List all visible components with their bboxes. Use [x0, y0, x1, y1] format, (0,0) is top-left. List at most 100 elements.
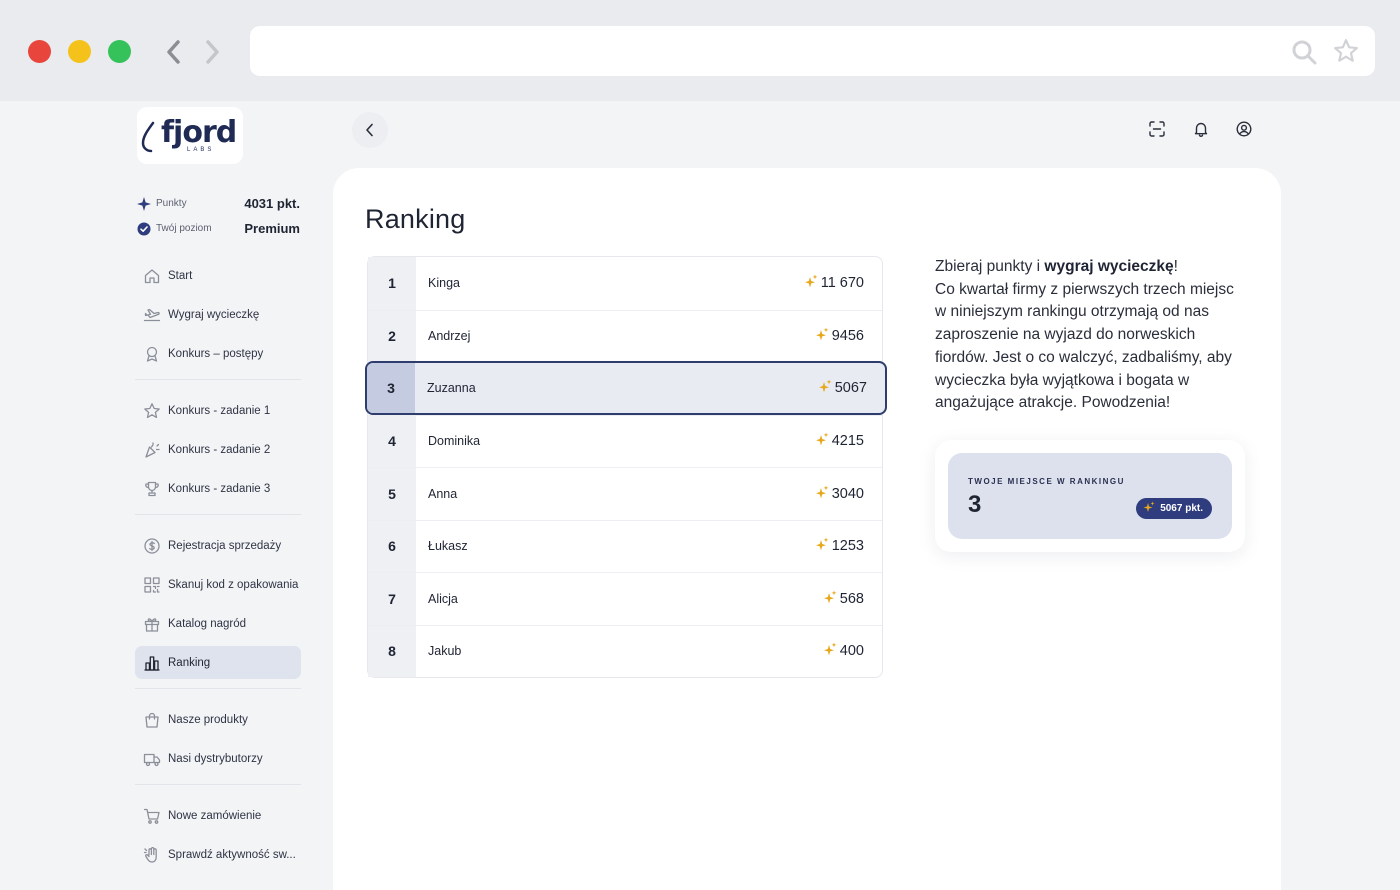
sidebar-item-label: Konkurs – postępy — [168, 347, 264, 360]
award-icon — [143, 345, 161, 363]
sidebar-divider — [135, 514, 301, 515]
ranking-row: 1 Kinga 11 670 — [368, 257, 882, 310]
sidebar-item[interactable]: Konkurs - zadanie 1 — [135, 394, 301, 427]
sparkle-icon — [815, 432, 829, 450]
star-icon — [143, 402, 161, 420]
sparkle-icon — [1143, 501, 1155, 516]
ranking-score-value: 4215 — [831, 433, 864, 450]
gift-icon — [143, 615, 161, 633]
maximize-window-button[interactable] — [108, 40, 131, 63]
sparkle-icon — [815, 485, 829, 503]
logo-text: fjord — [161, 115, 237, 150]
profile-button[interactable] — [1229, 114, 1259, 144]
my-place-label: TWOJE MIEJSCE W RANKINGU — [968, 477, 1125, 486]
ranking-row-current-user: 3 Zuzanna 5067 — [365, 361, 887, 415]
ranking-score: 1253 — [815, 537, 882, 555]
scan-icon — [1149, 121, 1165, 137]
sidebar-item[interactable]: Rejestracja sprzedaży — [135, 529, 301, 562]
page-title: Ranking — [365, 204, 466, 234]
ranking-name: Dominika — [428, 434, 481, 449]
ranking-score-value: 3040 — [831, 485, 864, 502]
points-value: 4031 pkt. — [244, 196, 300, 211]
sparkle-icon — [823, 590, 837, 608]
bookmark-star-icon[interactable] — [1333, 38, 1359, 64]
description-body: Co kwartał firmy z pierwszych trzech mie… — [935, 280, 1234, 412]
ranking-name: Łukasz — [428, 539, 468, 554]
my-points-value: 5067 pkt. — [1160, 503, 1203, 514]
ranking-name: Anna — [428, 486, 458, 501]
notifications-button[interactable] — [1186, 114, 1216, 144]
ranking-place: 7 — [368, 573, 416, 625]
ranking-table: 1 Kinga 11 670 2 Andrzej 9456 3 Zuzanna 5067 4 Dom… — [365, 256, 887, 678]
ranking-name: Jakub — [428, 644, 462, 659]
sidebar-item-label: Wygraj wycieczkę — [168, 308, 260, 321]
sidebar-item[interactable]: Katalog nagród — [135, 607, 301, 640]
sidebar-item[interactable]: Konkurs - zadanie 2 — [135, 433, 301, 466]
sidebar-item[interactable]: Konkurs – postępy — [135, 337, 301, 370]
intro-bold-text: wygraj wycieczkę — [1044, 258, 1174, 275]
sidebar-item[interactable]: Nasi dystrybutorzy — [135, 742, 301, 775]
level-row: Twój poziom Premium — [137, 216, 300, 241]
sidebar-item[interactable]: Nasze produkty — [135, 703, 301, 736]
level-label: Twój poziom — [156, 223, 212, 234]
ranking-score: 11 670 — [804, 274, 882, 292]
sidebar-item-label: Nasi dystrybutorzy — [168, 752, 263, 765]
my-place-panel: TWOJE MIEJSCE W RANKINGU 3 5067 pkt. — [948, 453, 1232, 539]
browser-forward-button[interactable] — [200, 37, 226, 67]
intro-text: Zbieraj punkty i — [935, 258, 1045, 275]
sidebar-item-label: Start — [168, 269, 193, 282]
sidebar-divider — [135, 784, 301, 785]
sidebar-divider — [135, 688, 301, 689]
party-icon — [143, 441, 161, 459]
ranking-row: 5 Anna 3040 — [368, 467, 882, 520]
intro-end-text: ! — [1173, 258, 1178, 275]
scan-button[interactable] — [1142, 114, 1172, 144]
my-place-card: TWOJE MIEJSCE W RANKINGU 3 5067 pkt. — [935, 440, 1245, 552]
sidebar-item[interactable]: Sprawdź aktywność sw... — [135, 838, 301, 871]
ranking-score-value: 5067 — [834, 380, 867, 396]
user-circle-icon — [1236, 121, 1252, 137]
my-points-badge: 5067 pkt. — [1136, 498, 1212, 519]
ranking-row: 6 Łukasz 1253 — [368, 519, 882, 572]
sidebar-item-label: Nasze produkty — [168, 713, 248, 726]
qr-icon — [143, 576, 161, 594]
ranking-score: 5067 — [818, 379, 885, 397]
points-row: Punkty 4031 pkt. — [137, 191, 300, 216]
ranking-row: 8 Jakub 400 — [368, 624, 882, 677]
browser-back-button[interactable] — [160, 37, 186, 67]
ranking-score: 4215 — [815, 432, 882, 450]
ranking-place: 6 — [368, 520, 416, 572]
ranking-score-value: 11 670 — [820, 275, 864, 292]
ranking-place: 4 — [368, 415, 416, 467]
close-window-button[interactable] — [28, 40, 51, 63]
drop-icon — [141, 121, 155, 153]
sidebar-item[interactable]: Skanuj kod z opakowania — [135, 568, 301, 601]
trophy-icon — [143, 480, 161, 498]
bell-icon — [1194, 122, 1208, 137]
level-value: Premium — [244, 221, 300, 236]
minimize-window-button[interactable] — [68, 40, 91, 63]
logo-subtext: LABS — [187, 147, 215, 153]
my-place-value: 3 — [968, 491, 982, 518]
sparkle-icon — [815, 327, 829, 345]
chevron-right-icon — [206, 40, 219, 64]
ranking-score-value: 9456 — [831, 328, 864, 345]
ranking-score-value: 1253 — [831, 538, 864, 555]
address-bar[interactable] — [250, 26, 1375, 76]
search-icon[interactable] — [1291, 39, 1317, 65]
ranking-place: 1 — [368, 257, 416, 310]
ranking-score: 9456 — [815, 327, 882, 345]
sidebar-item[interactable]: Start — [135, 259, 301, 292]
sidebar-item[interactable]: Nowe zamówienie — [135, 799, 301, 832]
back-button[interactable] — [352, 112, 388, 148]
logo[interactable]: fjord LABS — [137, 107, 243, 164]
sidebar-item[interactable]: Konkurs - zadanie 3 — [135, 472, 301, 505]
ranking-score-value: 400 — [839, 643, 864, 660]
truck-icon — [143, 750, 161, 768]
ranking-name: Andrzej — [428, 329, 471, 344]
chevron-left-icon — [167, 40, 180, 64]
ranking-place: 3 — [367, 363, 415, 413]
sidebar-item[interactable]: Wygraj wycieczkę — [135, 298, 301, 331]
ranking-place: 8 — [368, 625, 416, 677]
sidebar-item[interactable]: Ranking — [135, 646, 301, 679]
